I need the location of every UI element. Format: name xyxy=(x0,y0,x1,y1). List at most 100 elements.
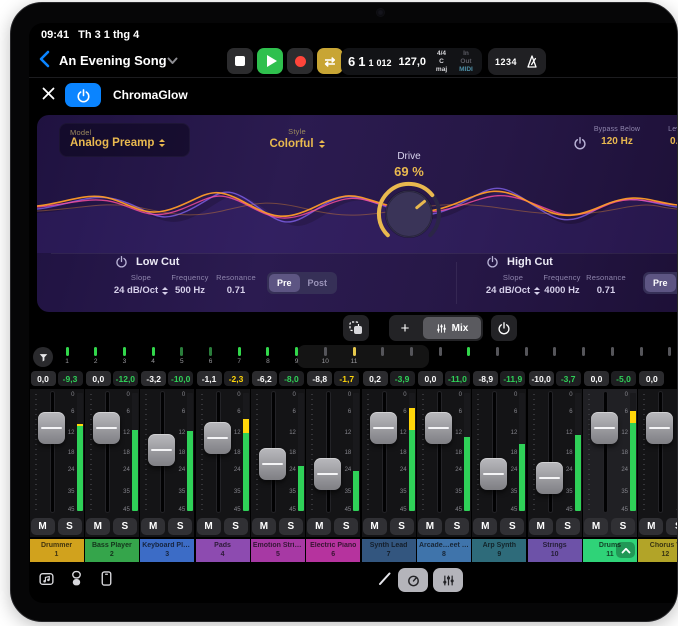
mute-button[interactable]: M xyxy=(584,518,608,535)
low-cut-resonance[interactable]: Resonance 0.71 xyxy=(207,273,265,296)
fader-cap[interactable] xyxy=(204,422,231,454)
pre-button[interactable]: Pre xyxy=(269,274,300,292)
overview-track-tick[interactable] xyxy=(400,345,422,358)
solo-button[interactable]: S xyxy=(279,518,303,535)
overview-track-tick[interactable] xyxy=(573,345,595,358)
overview-track-tick[interactable] xyxy=(429,345,451,358)
overview-track-tick[interactable]: 2 xyxy=(85,345,107,365)
lcd-display[interactable]: 6 1 1 012 127,0 4/4 C maj In Out MIDI xyxy=(341,48,482,75)
mute-button[interactable]: M xyxy=(529,518,553,535)
peak-value[interactable]: -1,7 xyxy=(334,371,359,386)
low-cut-power-icon[interactable] xyxy=(115,255,128,268)
volume-value[interactable]: -8,8 xyxy=(307,371,332,386)
peak-value[interactable]: -11,0 xyxy=(445,371,470,386)
song-title[interactable]: An Evening Song xyxy=(59,53,167,68)
track-label[interactable]: Pads 4 xyxy=(196,539,250,562)
mute-button[interactable]: M xyxy=(197,518,221,535)
cycle-button[interactable]: ⇄ xyxy=(317,48,343,74)
solo-button[interactable]: S xyxy=(445,518,469,535)
peak-value[interactable]: -8,0 xyxy=(279,371,304,386)
peak-value[interactable]: -9,3 xyxy=(58,371,83,386)
mute-button[interactable]: M xyxy=(639,518,663,535)
volume-value[interactable]: 0,0 xyxy=(31,371,56,386)
overview-track-tick[interactable]: 6 xyxy=(200,345,222,365)
peak-value[interactable]: -5,0 xyxy=(611,371,636,386)
fader-cap[interactable] xyxy=(148,434,175,466)
overview-track-tick[interactable] xyxy=(601,345,623,358)
solo-button[interactable]: S xyxy=(113,518,137,535)
track-label[interactable]: Synth Lead 7 xyxy=(362,539,416,562)
overview-track-tick[interactable]: 8 xyxy=(257,345,279,365)
volume-value[interactable]: 0,0 xyxy=(418,371,443,386)
peak-value[interactable]: -12,0 xyxy=(113,371,138,386)
add-track-button[interactable]: + xyxy=(389,321,421,336)
filter-button[interactable] xyxy=(33,347,53,367)
fader-track[interactable] xyxy=(438,392,441,512)
volume-value[interactable]: 0,2 xyxy=(363,371,388,386)
fader-track[interactable] xyxy=(604,392,607,512)
connector-icon[interactable] xyxy=(68,570,85,587)
solo-button[interactable]: S xyxy=(390,518,414,535)
overview-track-tick[interactable] xyxy=(544,345,566,358)
overview-track-tick[interactable] xyxy=(630,345,652,358)
overview-track-tick[interactable] xyxy=(659,345,677,358)
fader-cap[interactable] xyxy=(259,448,286,480)
level-control[interactable]: Level 0.0 xyxy=(651,126,677,147)
mute-button[interactable]: M xyxy=(141,518,165,535)
device-icon[interactable] xyxy=(98,570,115,587)
mute-button[interactable]: M xyxy=(252,518,276,535)
fader-track[interactable] xyxy=(106,392,109,512)
pencil-icon[interactable] xyxy=(378,572,392,586)
overview-track-tick[interactable] xyxy=(372,345,394,358)
bypass-power-icon[interactable] xyxy=(573,136,587,150)
solo-button[interactable]: S xyxy=(224,518,248,535)
track-label[interactable]: Keyboard Player 3 xyxy=(140,539,194,562)
high-cut-power-icon[interactable] xyxy=(486,255,499,268)
play-button[interactable] xyxy=(257,48,283,74)
volume-value[interactable]: -6,2 xyxy=(252,371,277,386)
back-icon[interactable] xyxy=(37,50,53,68)
volume-value[interactable]: -10,0 xyxy=(529,371,554,386)
volume-value[interactable]: -3,2 xyxy=(141,371,166,386)
track-label[interactable]: Strings 10 xyxy=(528,539,582,562)
volume-value[interactable]: 0,0 xyxy=(639,371,664,386)
mute-button[interactable]: M xyxy=(31,518,55,535)
overview-track-tick[interactable] xyxy=(487,345,509,358)
volume-value[interactable]: -1,1 xyxy=(197,371,222,386)
stop-button[interactable] xyxy=(227,48,253,74)
track-label[interactable]: Electric Piano 6 xyxy=(306,539,360,562)
mute-button[interactable]: M xyxy=(363,518,387,535)
post-button[interactable]: Post xyxy=(676,274,677,292)
fader-cap[interactable] xyxy=(480,458,507,490)
mute-button[interactable]: M xyxy=(418,518,442,535)
duplicate-button[interactable] xyxy=(343,315,369,341)
mixer-power-button[interactable] xyxy=(491,315,517,341)
track-label[interactable]: Bass Player 2 xyxy=(85,539,139,562)
overview-track-tick[interactable]: 1 xyxy=(65,345,78,365)
mute-button[interactable]: M xyxy=(307,518,331,535)
fader-track[interactable] xyxy=(493,392,496,512)
fader-cap[interactable] xyxy=(370,412,397,444)
fader-cap[interactable] xyxy=(38,412,65,444)
chevron-down-icon[interactable] xyxy=(167,57,178,65)
mute-button[interactable]: M xyxy=(86,518,110,535)
peak-value[interactable]: -10,0 xyxy=(168,371,193,386)
mixer-view-button[interactable] xyxy=(433,568,463,592)
overview-track-tick[interactable]: 7 xyxy=(228,345,250,365)
track-label[interactable]: Drums 11 xyxy=(583,539,637,562)
model-select[interactable]: Model Analog Preamp xyxy=(59,123,190,157)
volume-value[interactable]: -8,9 xyxy=(473,371,498,386)
solo-button[interactable]: S xyxy=(58,518,82,535)
fader-cap[interactable] xyxy=(93,412,120,444)
track-label[interactable]: Arp Synth 9 xyxy=(472,539,526,562)
overview-track-tick[interactable]: 9 xyxy=(286,345,308,365)
solo-button[interactable]: S xyxy=(556,518,580,535)
fader-cap[interactable] xyxy=(536,462,563,494)
solo-button[interactable]: S xyxy=(168,518,192,535)
track-label[interactable]: Emotion Strings 5 xyxy=(251,539,305,562)
volume-value[interactable]: 0,0 xyxy=(86,371,111,386)
plugin-power-button[interactable] xyxy=(65,83,101,107)
solo-button[interactable]: S xyxy=(500,518,524,535)
fader-cap[interactable] xyxy=(591,412,618,444)
overview-track-tick[interactable]: 11 xyxy=(343,345,365,365)
